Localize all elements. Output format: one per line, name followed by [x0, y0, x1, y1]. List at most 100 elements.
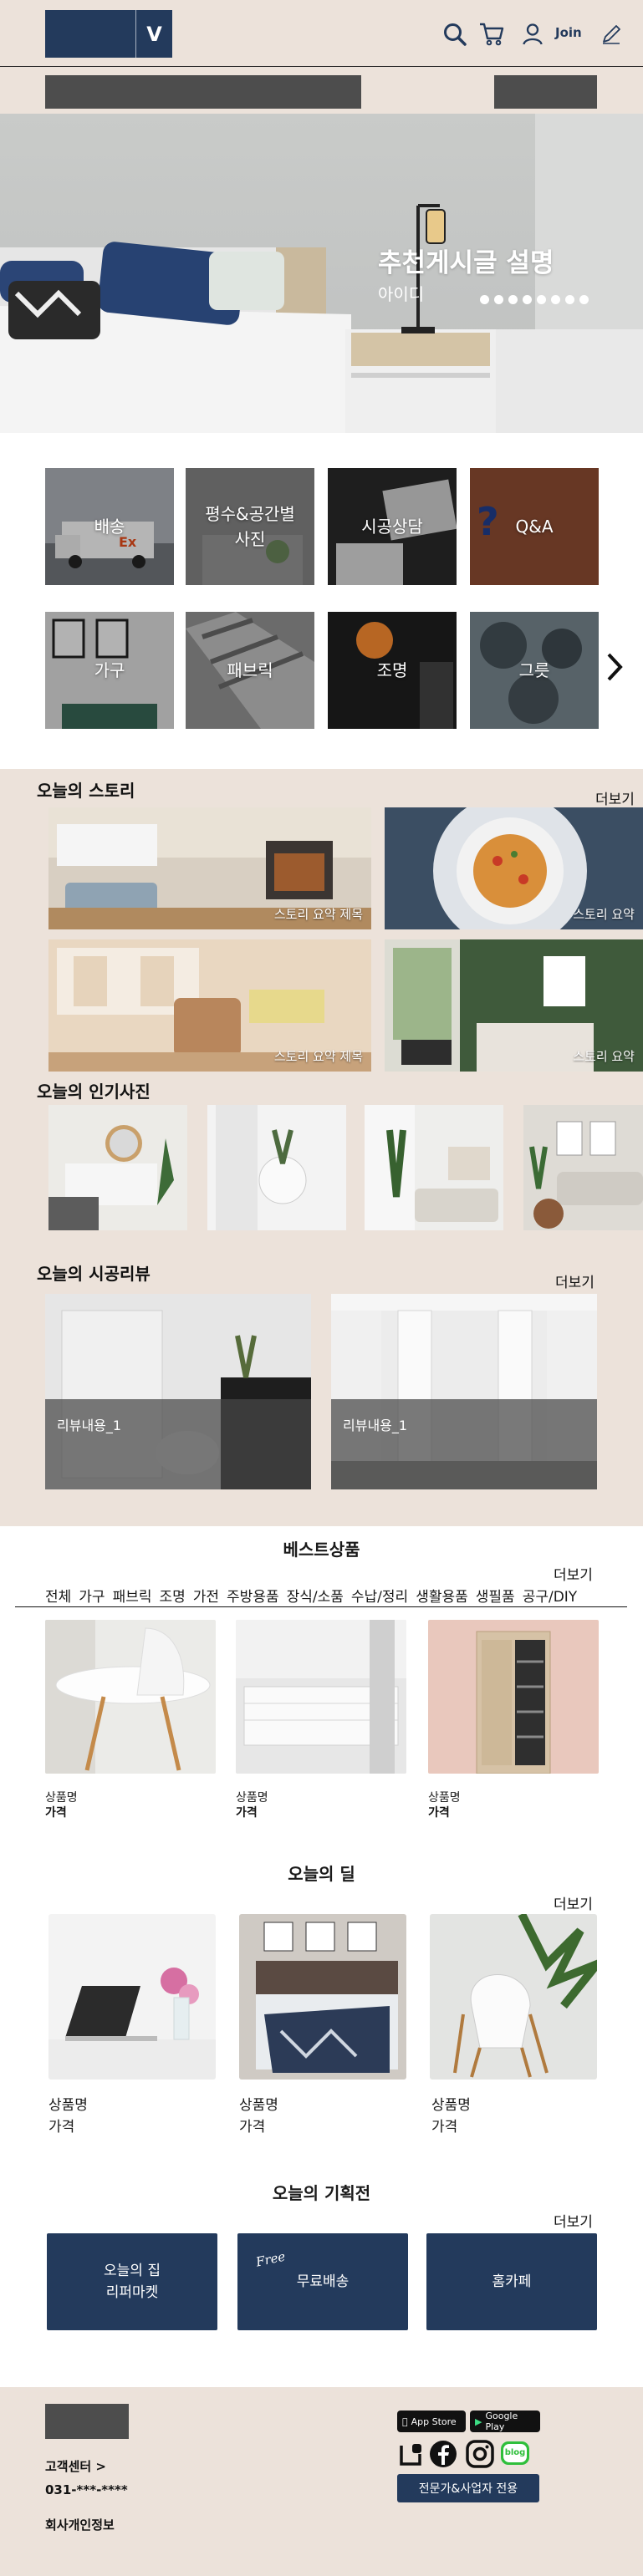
hero-subtitle: 아이디	[378, 284, 425, 304]
plan-refurb-market-button[interactable]: 오늘의 집 리퍼마켓	[47, 2233, 217, 2330]
footer-logo[interactable]	[45, 2404, 129, 2439]
tab-fabric[interactable]: 패브릭	[113, 1585, 152, 1606]
category-label: 그릇	[518, 660, 550, 680]
plan-more-link[interactable]: 더보기	[554, 2210, 593, 2231]
tabs-divider	[15, 1606, 627, 1607]
tab-furniture[interactable]: 가구	[79, 1585, 105, 1606]
deal-product-price: 가격	[239, 2119, 266, 2136]
category-tile-space-photos[interactable]: 평수&공간별 사진	[186, 468, 314, 585]
customer-center-link[interactable]: 고객센터 >	[45, 2457, 106, 2475]
pagination-dot[interactable]	[565, 295, 574, 304]
story-more-link[interactable]: 더보기	[595, 787, 635, 808]
search-icon[interactable]	[440, 18, 470, 50]
tab-lighting[interactable]: 조명	[159, 1585, 185, 1606]
category-tile-lighting[interactable]: 조명	[328, 612, 457, 729]
category-label: 평수&공간별 사진	[205, 504, 295, 549]
review-more-link[interactable]: 더보기	[555, 1270, 595, 1291]
review-overlay: 리뷰내용_1	[331, 1399, 597, 1489]
review-overlay: 리뷰내용_1	[45, 1399, 311, 1489]
instagram-icon[interactable]	[465, 2439, 495, 2469]
best-product-name[interactable]: 상품명	[236, 1789, 268, 1805]
category-tile-furniture[interactable]: 가구	[45, 612, 174, 729]
category-label: 조명	[376, 660, 408, 680]
deal-more-link[interactable]: 더보기	[554, 1892, 593, 1913]
best-product-price: 가격	[45, 1806, 67, 1820]
story-caption: 스토리 요약 제목	[273, 1049, 363, 1064]
popular-photo[interactable]	[207, 1105, 346, 1230]
plan-home-cafe-button[interactable]: 홈카페	[426, 2233, 597, 2330]
deal-product-name[interactable]: 상품명	[48, 2093, 88, 2114]
company-info-link[interactable]: 회사개인정보	[45, 2516, 115, 2533]
popular-photo[interactable]	[365, 1105, 503, 1230]
category-label: Q&A	[515, 517, 554, 537]
tab-storage[interactable]: 수납/정리	[351, 1585, 408, 1606]
best-product-price: 가격	[236, 1806, 258, 1820]
story-card[interactable]: 스토리 요약 제목	[48, 939, 371, 1072]
category-label: 패브릭	[227, 660, 273, 680]
tab-all[interactable]: 전체	[45, 1585, 71, 1606]
pagination-dot[interactable]	[480, 295, 489, 304]
review-card[interactable]: 리뷰내용_1	[331, 1294, 597, 1489]
best-product-name[interactable]: 상품명	[428, 1789, 461, 1805]
popular-photo[interactable]	[523, 1105, 643, 1230]
category-tile-qna[interactable]: ? Q&A	[470, 468, 599, 585]
hero-banner[interactable]: 추천게시글 설명 아이디	[0, 114, 643, 433]
pagination-dot[interactable]	[523, 295, 532, 304]
deal-product-name[interactable]: 상품명	[239, 2093, 278, 2114]
play-icon: ▶	[475, 2416, 482, 2427]
deal-product-name[interactable]: 상품명	[431, 2093, 471, 2114]
deal-product-image[interactable]	[239, 1914, 406, 2080]
category-tile-consult[interactable]: 시공상담	[328, 468, 457, 585]
review-section-title: 오늘의 시공리뷰	[37, 1264, 151, 1284]
review-card[interactable]: 리뷰내용_1	[45, 1294, 311, 1489]
customer-phone: 031-***-****	[45, 2482, 128, 2497]
story-card[interactable]: 스토리 요약 제목	[48, 807, 371, 929]
best-product-image[interactable]	[428, 1620, 599, 1774]
tab-living[interactable]: 생활용품	[416, 1585, 468, 1606]
app-store-badge[interactable]:  App Store	[397, 2411, 466, 2432]
plan-free-shipping-button[interactable]: 무료배송	[237, 2233, 408, 2330]
category-tile-delivery[interactable]: Ex 배송	[45, 468, 174, 585]
pagination-dot[interactable]	[537, 295, 546, 304]
tab-decor[interactable]: 장식/소품	[287, 1585, 344, 1606]
best-product-image[interactable]	[236, 1620, 406, 1774]
pen-icon[interactable]	[597, 18, 625, 50]
site-logo[interactable]: V	[45, 10, 172, 58]
sub-navigation-button[interactable]	[494, 75, 597, 109]
user-icon[interactable]	[518, 18, 547, 50]
best-category-tabs: 전체 가구 패브릭 조명 가전 주방용품 장식/소품 수납/정리 생활용품 생필…	[45, 1585, 577, 1606]
deal-product-image[interactable]	[430, 1914, 597, 2080]
story-card[interactable]: 스토리 요약	[385, 939, 643, 1072]
tab-kitchen[interactable]: 주방용품	[227, 1585, 279, 1606]
best-section-title: 베스트상품	[283, 1540, 360, 1560]
category-label: 시공상담	[361, 517, 423, 537]
tab-appliance[interactable]: 가전	[193, 1585, 219, 1606]
popular-photo[interactable]	[48, 1105, 187, 1230]
pagination-dot[interactable]	[579, 295, 589, 304]
deal-product-image[interactable]	[48, 1914, 216, 2080]
instagram-like-icon[interactable]	[396, 2439, 426, 2469]
pagination-dot[interactable]	[551, 295, 560, 304]
story-card[interactable]: 스토리 요약	[385, 807, 643, 929]
join-link[interactable]: Join	[555, 25, 582, 40]
logo-letter: V	[135, 10, 172, 58]
best-product-image[interactable]	[45, 1620, 216, 1774]
chevron-right-icon[interactable]	[605, 652, 624, 690]
tab-tools[interactable]: 공구/DIY	[523, 1585, 578, 1606]
blog-icon[interactable]: blog	[500, 2439, 530, 2469]
category-label: 가구	[94, 660, 125, 680]
pagination-dot[interactable]	[494, 295, 503, 304]
deal-product-price: 가격	[431, 2119, 458, 2136]
cart-icon[interactable]	[477, 18, 507, 50]
app-store-label: App Store	[406, 2416, 457, 2427]
best-more-link[interactable]: 더보기	[554, 1563, 593, 1584]
tab-necessities[interactable]: 생필품	[476, 1585, 515, 1606]
category-tile-dishes[interactable]: 그릇	[470, 612, 599, 729]
best-product-name[interactable]: 상품명	[45, 1789, 78, 1805]
pro-business-button[interactable]: 전문가&사업자 전용	[397, 2474, 539, 2502]
sub-navigation-bar[interactable]	[45, 75, 361, 109]
pagination-dot[interactable]	[508, 295, 518, 304]
facebook-icon[interactable]	[428, 2439, 458, 2469]
category-tile-fabric[interactable]: 패브릭	[186, 612, 314, 729]
google-play-badge[interactable]: ▶ Google Play	[470, 2411, 540, 2432]
